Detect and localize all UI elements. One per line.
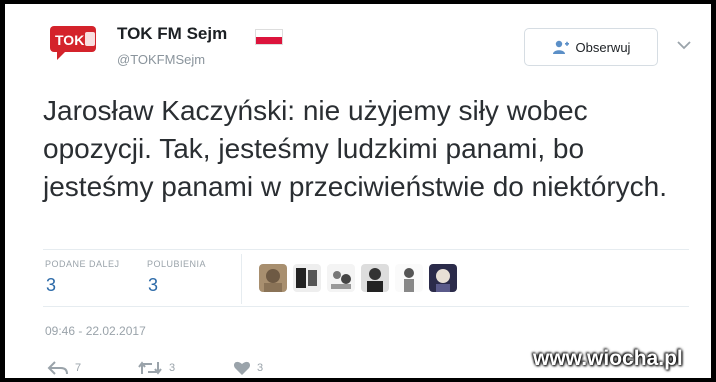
likers-avatars [259, 264, 457, 292]
author-handle[interactable]: @TOKFMSejm [117, 52, 205, 67]
retweets-count[interactable]: 3 [46, 275, 56, 296]
reply-action[interactable]: 7 [47, 360, 81, 376]
tweet-card: TOK TOK FM Sejm @TOKFMSejm Obserwuj Jaro… [5, 4, 711, 378]
liker-avatar[interactable] [429, 264, 457, 292]
liker-avatar[interactable] [293, 264, 321, 292]
author-name[interactable]: TOK FM Sejm [117, 24, 227, 44]
tweet-timestamp[interactable]: 09:46 - 22.02.2017 [45, 324, 146, 338]
person-plus-icon [552, 40, 569, 54]
stats-separator [241, 254, 242, 304]
avatar-text: TOK [55, 32, 84, 48]
retweet-count: 3 [169, 362, 176, 374]
heart-icon [233, 361, 251, 375]
reply-count: 7 [75, 362, 82, 374]
likes-count[interactable]: 3 [148, 275, 158, 296]
liker-avatar[interactable] [361, 264, 389, 292]
like-count: 3 [257, 362, 264, 374]
watermark: www.wiocha.pl [533, 347, 683, 370]
tweet-text: Jarosław Kaczyński: nie użyjemy siły wob… [43, 95, 668, 202]
reply-icon [47, 361, 68, 375]
retweet-action[interactable]: 3 [137, 360, 175, 376]
like-action[interactable]: 3 [233, 360, 263, 376]
retweet-icon [138, 361, 162, 375]
retweets-label: PODANE DALEJ [45, 259, 120, 269]
chevron-down-icon[interactable] [675, 38, 693, 52]
divider-top [43, 249, 689, 250]
likes-label: POLUBIENIA [147, 259, 207, 269]
liker-avatar[interactable] [259, 264, 287, 292]
follow-label: Obserwuj [575, 39, 631, 55]
liker-avatar[interactable] [327, 264, 355, 292]
avatar[interactable]: TOK [49, 24, 101, 62]
follow-button[interactable]: Obserwuj [524, 28, 658, 66]
poland-flag-icon [255, 29, 283, 45]
tokfm-logo-icon: TOK [50, 26, 96, 60]
liker-avatar[interactable] [395, 264, 423, 292]
divider-bottom [43, 306, 689, 307]
tweet-header: TOK TOK FM Sejm @TOKFMSejm Obserwuj [5, 4, 711, 74]
